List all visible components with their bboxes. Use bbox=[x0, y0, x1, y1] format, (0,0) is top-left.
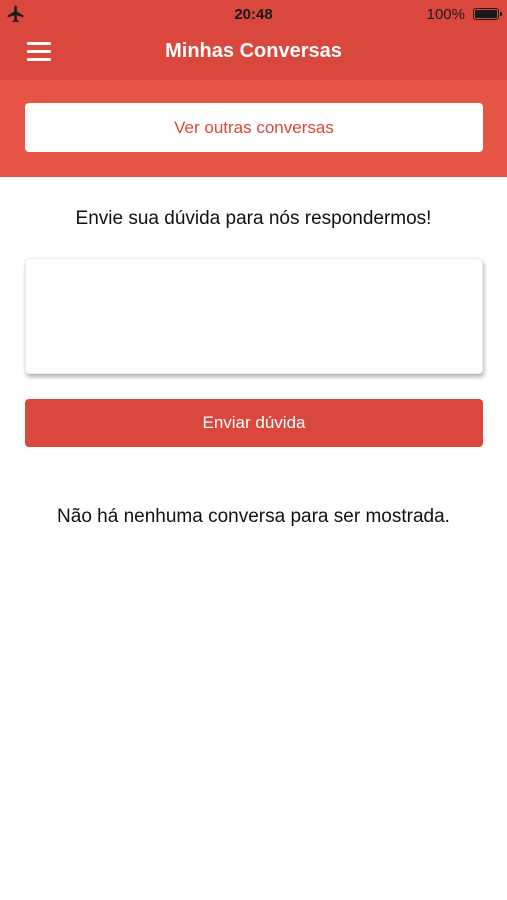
battery-icon bbox=[473, 8, 502, 20]
empty-conversations-message: Não há nenhuma conversa para ser mostrad… bbox=[57, 506, 450, 527]
question-input[interactable] bbox=[25, 258, 483, 374]
page-title: Minhas Conversas bbox=[165, 40, 342, 62]
question-prompt: Envie sua dúvida para nós respondermos! bbox=[75, 208, 432, 229]
battery-percentage: 100% bbox=[426, 6, 465, 23]
top-bar: 20:48 100% Minhas Conversas bbox=[0, 0, 507, 80]
other-conversations-button[interactable]: Ver outras conversas bbox=[25, 103, 483, 152]
status-bar: 20:48 100% bbox=[0, 0, 507, 28]
send-question-button[interactable]: Enviar dúvida bbox=[25, 399, 483, 447]
